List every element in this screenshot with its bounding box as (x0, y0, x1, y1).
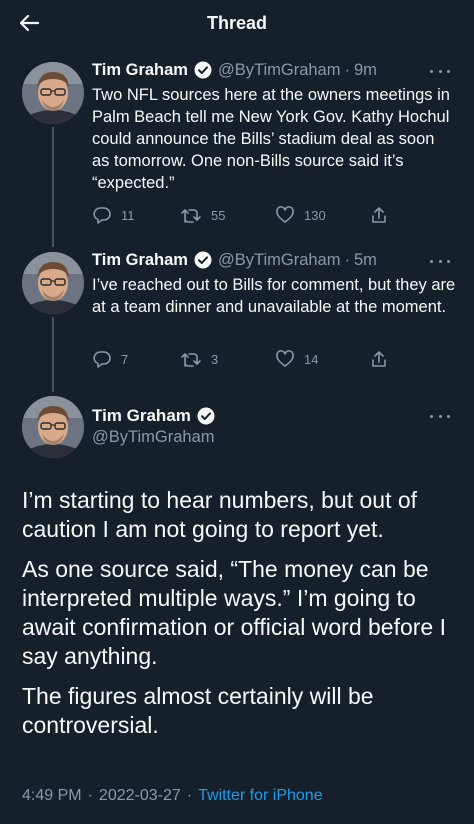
tweet-source-link[interactable]: Twitter for iPhone (198, 787, 323, 805)
tweet-meta: 4:49 PM · 2022-03-27 · Twitter for iPhon… (22, 787, 323, 805)
tweet-timestamp[interactable]: 4:49 PM (22, 787, 82, 805)
author-name-row: Tim Graham (92, 405, 221, 427)
avatar[interactable] (22, 396, 84, 458)
tweet-paragraph: The figures almost certainly will be con… (22, 683, 374, 738)
more-options-icon[interactable] (430, 411, 450, 421)
tweet-paragraph: As one source said, “The money can be in… (22, 556, 446, 669)
main-tweet: Tim Graham @ByTimGraham I’m starting to … (0, 0, 474, 824)
tweet-date[interactable]: 2022-03-27 (99, 787, 181, 805)
separator-dot: · (87, 787, 93, 804)
author-name[interactable]: Tim Graham (92, 406, 191, 426)
tweet-body: I’m starting to hear numbers, but out of… (22, 486, 462, 751)
author-handle[interactable]: @ByTimGraham (92, 428, 215, 447)
verified-badge-icon (197, 407, 215, 425)
separator-dot: · (186, 787, 193, 804)
tweet-paragraph: I’m starting to hear numbers, but out of… (22, 487, 418, 542)
